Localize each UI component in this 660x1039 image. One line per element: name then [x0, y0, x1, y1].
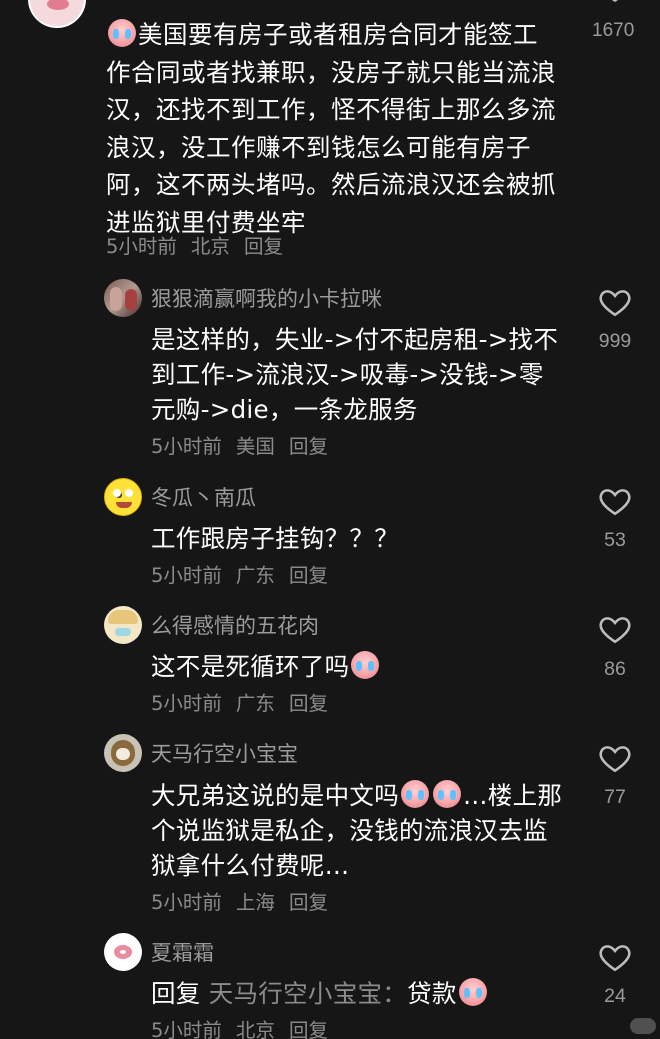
- location: 广东: [235, 564, 275, 587]
- crying-face-emoji: [401, 780, 429, 808]
- reply-button[interactable]: 回复: [289, 1019, 328, 1039]
- comment-text: 工作跟房子挂钩？？？: [151, 524, 399, 553]
- comment-text: 大兄弟这说的是中文吗 …楼上那个说监狱是私企，没钱的流浪汉去监狱拿什么付费呢…: [151, 778, 566, 883]
- comment-text: 是这样的，失业->付不起房租->找不到工作->流浪汉->吸毒->没钱->零元购-…: [151, 325, 559, 424]
- location: 广东: [235, 692, 275, 715]
- location: 北京: [235, 1019, 275, 1039]
- heart-outline-icon[interactable]: [602, 0, 628, 4]
- crying-face-emoji: [458, 978, 487, 1006]
- avatar[interactable]: [104, 734, 142, 772]
- timestamp: 5小时前: [151, 435, 222, 458]
- reply-button[interactable]: 回复: [289, 564, 328, 587]
- username[interactable]: 狠狠滴赢啊我的小卡拉咪: [151, 283, 382, 313]
- like-count: 24: [604, 985, 626, 1007]
- username[interactable]: 冬瓜丶南瓜: [151, 482, 256, 512]
- heart-outline-icon[interactable]: [597, 940, 633, 974]
- timestamp: 5小时前: [151, 1019, 222, 1039]
- like-count: 77: [604, 786, 626, 808]
- timestamp: 5小时前: [151, 891, 222, 914]
- comment-text: 回复 天马行空小宝宝：贷款: [151, 976, 566, 1011]
- username[interactable]: 夏霜霜: [151, 937, 214, 967]
- comment-meta: 5小时前 广东 回复: [151, 559, 342, 588]
- comment-body: 这不是死循环了吗: [151, 652, 350, 681]
- comment-meta: 5小时前 广东 回复: [151, 687, 342, 716]
- avatar[interactable]: [104, 279, 142, 317]
- comment-thread: 美国要有房子或者租房合同才能签工作合同或者找兼职，没房子就只能当流浪汉，还找不到…: [0, 0, 660, 1039]
- username[interactable]: 么得感情的五花肉: [151, 610, 319, 640]
- timestamp: 5小时前: [106, 235, 177, 258]
- like-count: 86: [604, 658, 626, 680]
- comment-meta: 5小时前 北京 回复: [151, 1014, 342, 1039]
- location: 上海: [235, 891, 275, 914]
- timestamp: 5小时前: [151, 564, 222, 587]
- heart-outline-icon[interactable]: [597, 741, 633, 775]
- heart-outline-icon[interactable]: [597, 285, 633, 319]
- comment-text: 美国要有房子或者租房合同才能签工作合同或者找兼职，没房子就只能当流浪汉，还找不到…: [106, 16, 562, 241]
- avatar[interactable]: [28, 0, 86, 28]
- like-count: 999: [598, 330, 632, 352]
- comment-meta: 5小时前 美国 回复: [151, 430, 342, 459]
- reply-button[interactable]: 回复: [244, 235, 283, 258]
- comment-body: 贷款: [407, 979, 457, 1008]
- comment-meta: 5小时前 北京 回复: [106, 230, 297, 259]
- heart-outline-icon[interactable]: [597, 484, 633, 518]
- crying-face-emoji: [351, 651, 380, 679]
- comment-body: 美国要有房子或者租房合同才能签工作合同或者找兼职，没房子就只能当流浪汉，还找不到…: [106, 20, 556, 237]
- watermark-logo: [630, 1018, 656, 1034]
- avatar[interactable]: [104, 933, 142, 971]
- username[interactable]: 天马行空小宝宝: [151, 738, 298, 768]
- reply-button[interactable]: 回复: [289, 891, 328, 914]
- timestamp: 5小时前: [151, 692, 222, 715]
- reply-button[interactable]: 回复: [289, 692, 328, 715]
- comment-text: 这不是死循环了吗: [151, 649, 566, 684]
- mention-link[interactable]: 天马行空小宝宝：: [209, 979, 407, 1008]
- location: 北京: [190, 235, 230, 258]
- crying-face-emoji: [108, 19, 136, 47]
- like-count: 53: [604, 529, 626, 551]
- reply-button[interactable]: 回复: [289, 435, 328, 458]
- avatar[interactable]: [104, 478, 142, 516]
- avatar[interactable]: [104, 606, 142, 644]
- comment-body: 大兄弟这说的是中文吗: [151, 781, 399, 810]
- comment-meta: 5小时前 上海 回复: [151, 886, 342, 915]
- heart-outline-icon[interactable]: [597, 612, 633, 646]
- like-count: 1670: [592, 20, 635, 41]
- location: 美国: [235, 435, 275, 458]
- crying-face-emoji: [433, 780, 461, 808]
- reply-prefix: 回复: [151, 979, 201, 1008]
